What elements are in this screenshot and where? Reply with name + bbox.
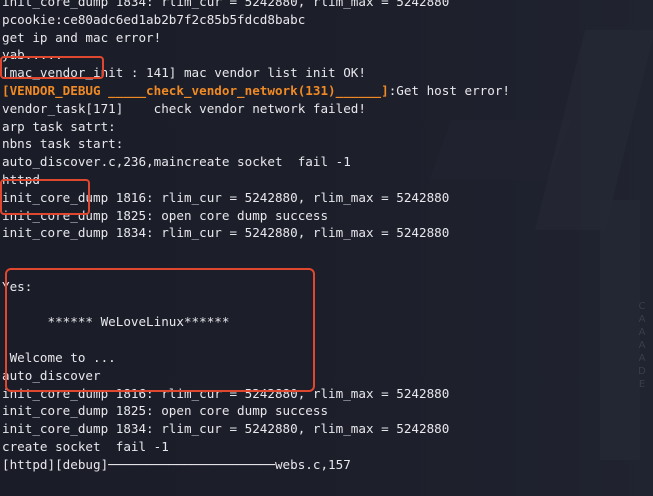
terminal-line: arp task satrt: xyxy=(2,118,116,134)
annotation-box-httpd xyxy=(0,179,90,215)
terminal-line: pcookie:ce80adc6ed1ab2b7f2c85b5fdcd8babc xyxy=(2,11,306,27)
background-watermark: CAAAADE xyxy=(638,301,646,390)
terminal-line: get ip and mac error! xyxy=(2,29,162,45)
terminal-line: create socket fail -1 xyxy=(2,438,169,454)
terminal-line: init_core_dump 1834: rlim_cur = 5242880,… xyxy=(2,225,450,241)
terminal-line: init_core_dump 1834: rlim_cur = 5242880,… xyxy=(2,421,450,437)
vendor-debug-message: :Get host error! xyxy=(388,82,511,98)
terminal-line: [VENDOR_DEBUG _____check_vendor_network(… xyxy=(2,82,510,100)
background-decoration xyxy=(600,200,640,460)
terminal-window[interactable]: CAAAADE init_core_dump 1834: rlim_cur = … xyxy=(0,0,653,496)
terminal-line: auto_discover.c,236,maincreate socket fa… xyxy=(2,154,351,170)
terminal-line: vendor_task[171] check vendor network fa… xyxy=(2,100,366,116)
terminal-line: nbns task start: xyxy=(2,136,124,152)
annotation-box-yab xyxy=(0,56,104,79)
vendor-debug-tag: [VENDOR_DEBUG _____check_vendor_network(… xyxy=(2,82,389,98)
annotation-box-welcome-banner xyxy=(5,268,315,392)
terminal-line: init_core_dump 1825: open core dump succ… xyxy=(2,403,329,419)
terminal-line: [httpd][debug]──────────────────────webs… xyxy=(2,456,351,472)
terminal-line: init_core_dump 1834: rlim_cur = 5242880,… xyxy=(2,0,450,9)
